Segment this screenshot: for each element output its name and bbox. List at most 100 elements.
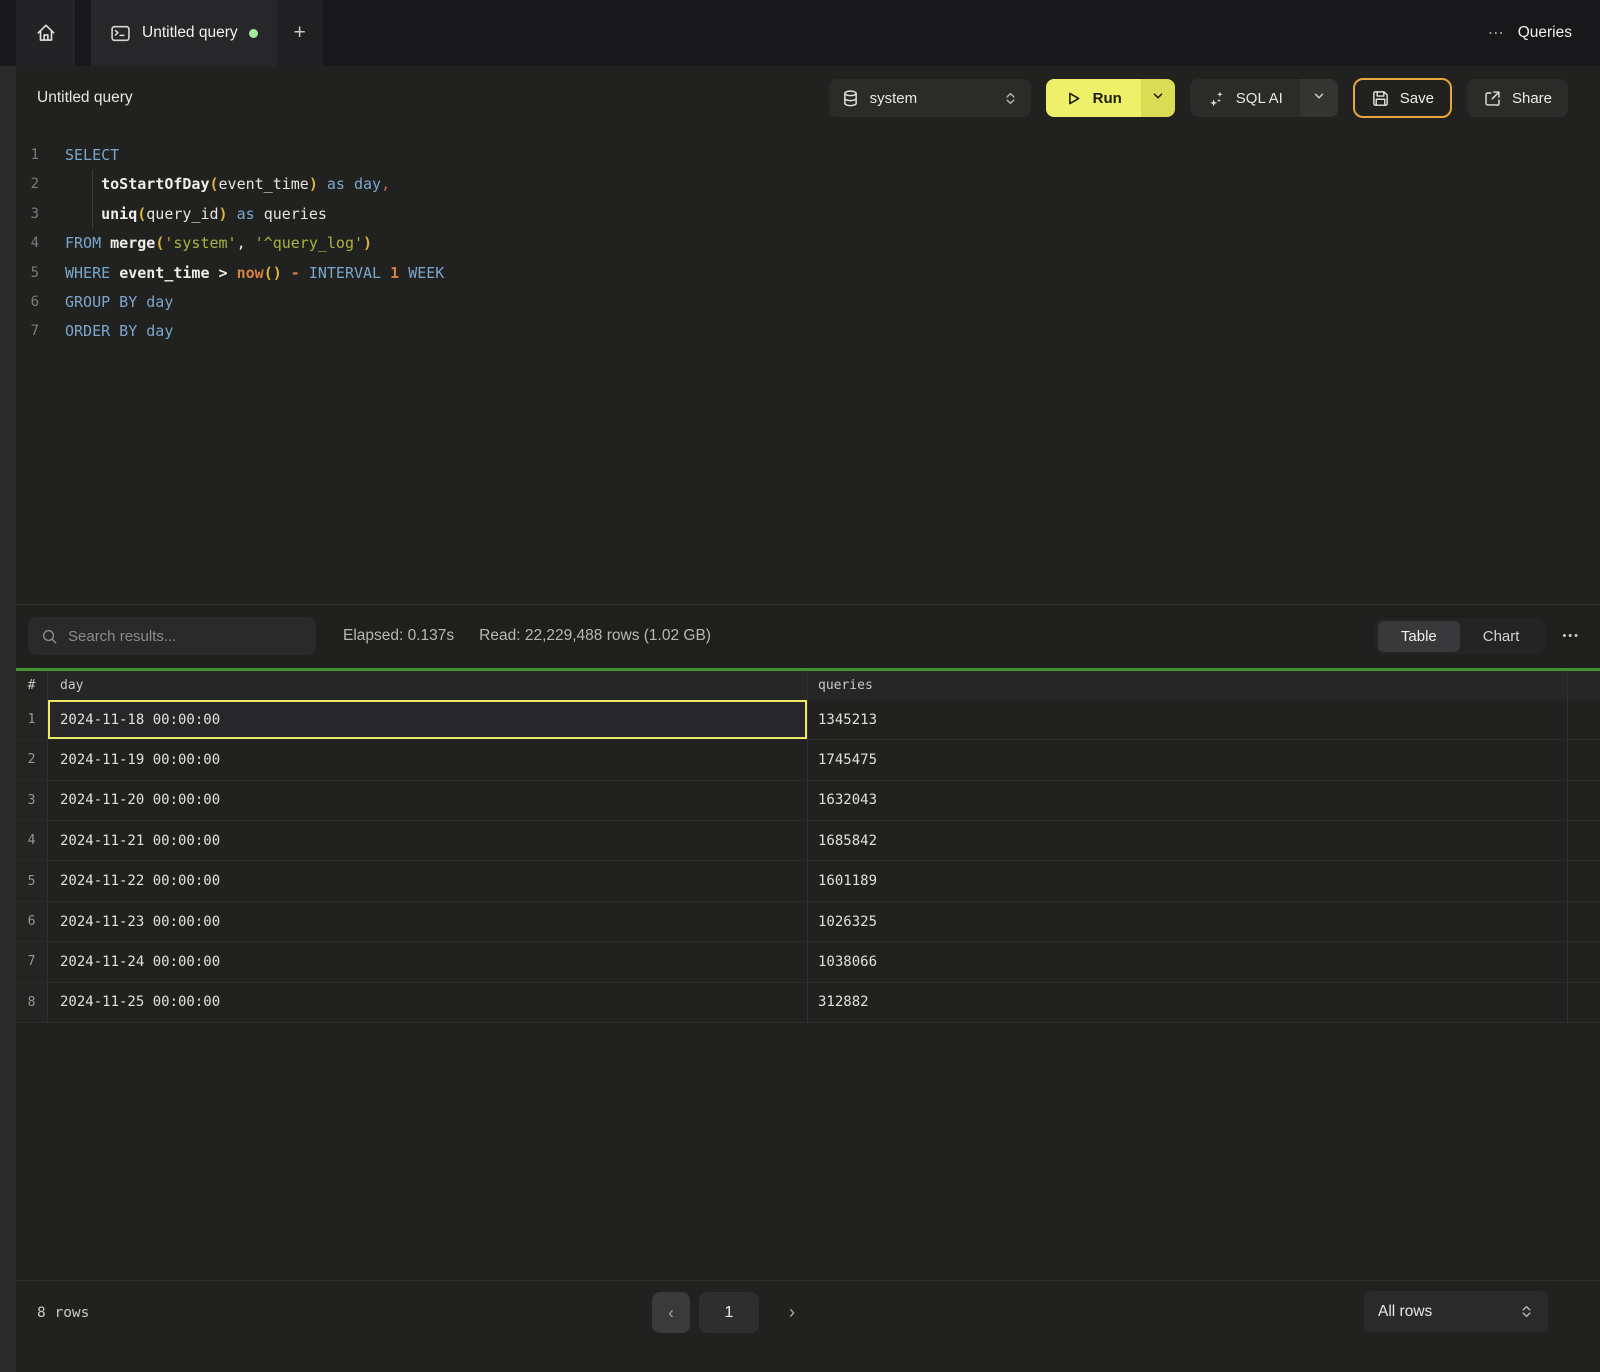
queries-cell[interactable]: 1745475 [808,740,1568,779]
table-row: 42024-11-21 00:00:001685842 [16,821,1600,861]
sql-ai-label: SQL AI [1236,90,1283,107]
sql-ai-options-button[interactable] [1300,79,1338,117]
sql-editor[interactable]: 1SELECT2 toStartOfDay(event_time) as day… [0,130,1600,604]
share-button[interactable]: Share [1467,79,1568,117]
row-end-gutter [1568,861,1600,900]
queries-cell[interactable]: 1026325 [808,902,1568,941]
database-select[interactable]: system [829,79,1031,117]
sql-ai-button[interactable]: SQL AI [1190,79,1300,117]
pagination: ‹ 1 › [652,1292,809,1333]
queries-cell[interactable]: 1038066 [808,942,1568,981]
day-cell[interactable]: 2024-11-23 00:00:00 [48,902,808,941]
view-toggle: Table Chart [1375,618,1546,655]
row-number-cell: 2 [16,740,48,779]
run-options-button[interactable] [1141,79,1175,117]
table-row: 32024-11-20 00:00:001632043 [16,781,1600,821]
table-body: 12024-11-18 00:00:00134521322024-11-19 0… [0,700,1600,1023]
code-text: WHERE event_time > now() - INTERVAL 1 WE… [48,259,444,288]
elapsed-stat: Elapsed: 0.137s [343,627,454,645]
queries-column-header[interactable]: queries [808,671,1568,700]
row-end-gutter [1568,740,1600,779]
search-icon [41,628,58,645]
play-icon [1065,90,1082,107]
row-number-cell: 8 [16,983,48,1022]
code-text: SELECT [48,141,119,170]
save-button[interactable]: Save [1353,78,1452,118]
table-header-row: # day queries [16,671,1600,700]
home-button[interactable] [16,0,75,66]
indent-guide [92,200,93,229]
sql-console-window: Untitled query + ⋯ Queries Untitled quer… [0,0,1600,1372]
day-cell[interactable]: 2024-11-20 00:00:00 [48,781,808,820]
table-row: 82024-11-25 00:00:00312882 [16,983,1600,1023]
day-cell[interactable]: 2024-11-24 00:00:00 [48,942,808,981]
code-text: ORDER BY day [48,317,173,346]
queries-cell[interactable]: 1601189 [808,861,1568,900]
code-line[interactable]: 3 uniq(query_id) as queries [0,200,1600,229]
sparkles-icon [1207,89,1226,108]
chevron-down-icon [1312,89,1326,108]
queries-cell[interactable]: 1685842 [808,821,1568,860]
save-label: Save [1400,90,1434,107]
tab-table-view[interactable]: Table [1378,621,1460,652]
tabbar-spacer [323,0,1488,66]
day-cell[interactable]: 2024-11-25 00:00:00 [48,983,808,1022]
left-edge-strip [0,66,16,1372]
database-icon [842,90,859,107]
code-line[interactable]: 2 toStartOfDay(event_time) as day, [0,170,1600,199]
table-row: 62024-11-23 00:00:001026325 [16,902,1600,942]
code-line[interactable]: 5WHERE event_time > now() - INTERVAL 1 W… [0,259,1600,288]
row-number-cell: 5 [16,861,48,900]
day-cell[interactable]: 2024-11-18 00:00:00 [48,700,808,739]
row-number-cell: 4 [16,821,48,860]
row-end-gutter [1568,902,1600,941]
tab-chart-view[interactable]: Chart [1460,621,1543,652]
run-button-group: Run [1046,79,1175,117]
queries-cell[interactable]: 1632043 [808,781,1568,820]
queries-link[interactable]: Queries [1518,24,1572,42]
row-end-gutter [1568,700,1600,739]
results-table: # day queries 12024-11-18 00:00:00134521… [0,671,1600,1280]
home-icon [35,22,57,44]
results-menu-button[interactable]: ••• [1562,630,1580,642]
next-page-button[interactable]: › [775,1292,809,1333]
sidebar-toggle-icon[interactable]: ⋯ [1488,23,1505,43]
page-size-select[interactable]: All rows [1364,1291,1548,1332]
day-column-header[interactable]: day [48,671,808,700]
row-number-cell: 7 [16,942,48,981]
share-label: Share [1512,90,1552,107]
code-line[interactable]: 7ORDER BY day [0,317,1600,346]
queries-cell[interactable]: 1345213 [808,700,1568,739]
table-row: 12024-11-18 00:00:001345213 [16,700,1600,740]
current-page-button[interactable]: 1 [699,1292,759,1333]
day-cell[interactable]: 2024-11-22 00:00:00 [48,861,808,900]
database-select-value: system [870,90,992,107]
results-toolbar: Elapsed: 0.137s Read: 22,229,488 rows (1… [0,604,1600,668]
new-tab-button[interactable]: + [277,0,323,66]
code-line[interactable]: 6GROUP BY day [0,288,1600,317]
chevron-up-down-icon [1003,91,1018,106]
queries-cell[interactable]: 312882 [808,983,1568,1022]
code-line[interactable]: 1SELECT [0,141,1600,170]
search-results-input[interactable] [68,628,303,645]
tab-bar: Untitled query + ⋯ Queries [0,0,1600,66]
row-end-gutter [1568,942,1600,981]
day-cell[interactable]: 2024-11-21 00:00:00 [48,821,808,860]
query-toolbar: Untitled query system Run [0,66,1600,130]
row-end-gutter [1568,821,1600,860]
code-text: FROM merge('system', '^query_log') [48,229,372,258]
chevron-down-icon [1151,89,1165,108]
prev-page-button[interactable]: ‹ [652,1292,690,1333]
run-button[interactable]: Run [1046,79,1141,117]
search-results-box [28,617,316,655]
share-icon [1483,89,1502,108]
tab-untitled-query[interactable]: Untitled query [91,0,277,66]
table-empty-area [0,1023,1600,1280]
page-size-value: All rows [1378,1303,1509,1321]
day-cell[interactable]: 2024-11-19 00:00:00 [48,740,808,779]
row-end-gutter [1568,983,1600,1022]
save-icon [1371,89,1390,108]
chevron-up-down-icon [1519,1304,1534,1319]
code-line[interactable]: 4FROM merge('system', '^query_log') [0,229,1600,258]
table-row: 22024-11-19 00:00:001745475 [16,740,1600,780]
